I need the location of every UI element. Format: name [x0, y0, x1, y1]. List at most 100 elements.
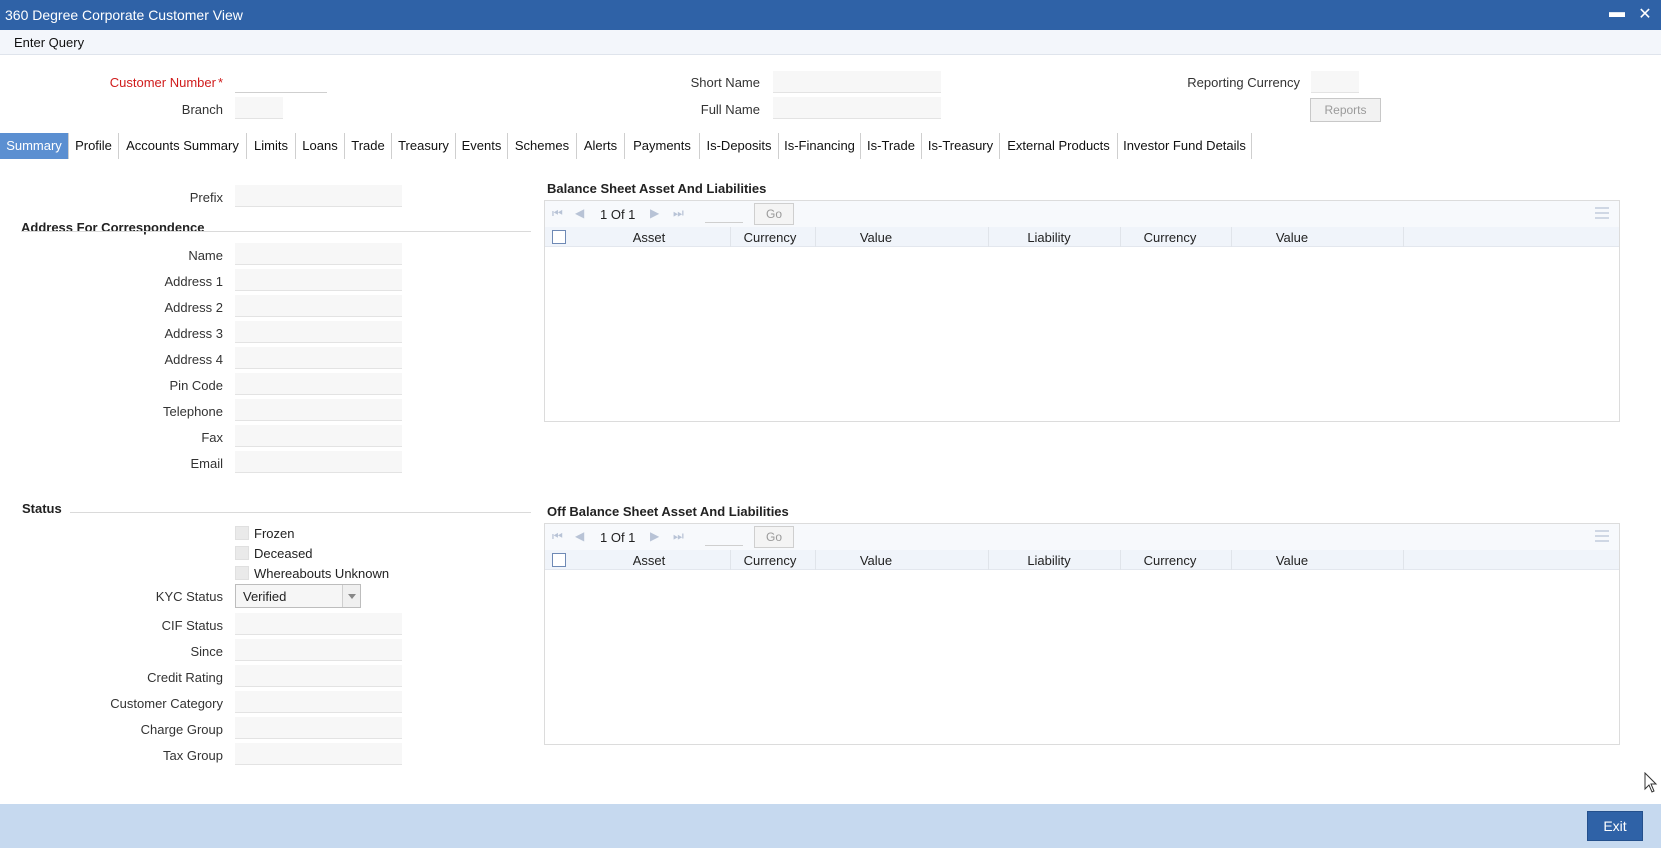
- credit-rating-input[interactable]: [235, 665, 402, 687]
- fax-input[interactable]: [235, 425, 402, 447]
- tab-profile[interactable]: Profile: [69, 133, 119, 159]
- full-name-input[interactable]: [773, 97, 941, 119]
- tab-payments[interactable]: Payments: [625, 133, 700, 159]
- whereabouts-unknown-label: Whereabouts Unknown: [254, 566, 390, 581]
- window-title-bar: 360 Degree Corporate Customer View ▬ ✕: [0, 0, 1661, 30]
- pin-code-label: Pin Code: [169, 378, 223, 393]
- prefix-input[interactable]: [235, 185, 402, 207]
- telephone-input[interactable]: [235, 399, 402, 421]
- frozen-label: Frozen: [254, 526, 295, 541]
- tab-events[interactable]: Events: [456, 133, 508, 159]
- customer-number-input[interactable]: [235, 71, 327, 93]
- last-page-icon[interactable]: ⏭: [673, 206, 684, 221]
- reporting-currency-label: Reporting Currency: [1187, 75, 1300, 90]
- email-label: Email: [190, 456, 223, 471]
- short-name-input[interactable]: [773, 71, 941, 93]
- tab-is-deposits[interactable]: Is-Deposits: [700, 133, 779, 159]
- balance-sheet-select-all-checkbox[interactable]: [552, 230, 566, 244]
- off-balance-sheet-go-button[interactable]: Go: [754, 526, 794, 548]
- footer-bar: Exit: [0, 804, 1661, 848]
- deceased-checkbox[interactable]: [235, 546, 249, 560]
- tax-group-label: Tax Group: [163, 748, 223, 763]
- off-balance-sheet-page-input[interactable]: [705, 528, 743, 546]
- address-1-input[interactable]: [235, 269, 402, 291]
- balance-sheet-page-input[interactable]: [705, 205, 743, 223]
- balance-sheet-go-button[interactable]: Go: [754, 203, 794, 225]
- name-input[interactable]: [235, 243, 402, 265]
- address-section-title: Address For Correspondence: [21, 220, 205, 235]
- tab-external-products[interactable]: External Products: [1000, 133, 1118, 159]
- column-list-icon[interactable]: [1595, 530, 1609, 542]
- first-page-icon[interactable]: ⏮: [552, 206, 563, 221]
- tab-is-trade[interactable]: Is-Trade: [861, 133, 922, 159]
- balance-sheet-toolbar: ⏮ ◀ 1 Of 1 ▶ ⏭ Go: [545, 201, 1619, 227]
- first-page-icon[interactable]: ⏮: [552, 529, 563, 544]
- off-balance-sheet-grid: ⏮ ◀ 1 Of 1 ▶ ⏭ Go Asset Currency Value L…: [544, 523, 1620, 745]
- status-section-divider: [70, 512, 531, 513]
- address-2-input[interactable]: [235, 295, 402, 317]
- next-page-icon[interactable]: ▶: [650, 206, 659, 220]
- balance-sheet-grid: ⏮ ◀ 1 Of 1 ▶ ⏭ Go Asset Currency Value L…: [544, 200, 1620, 422]
- col-value-2: Value: [1275, 553, 1309, 568]
- enter-query-menu[interactable]: Enter Query: [14, 35, 84, 50]
- kyc-status-select[interactable]: Verified: [235, 584, 361, 608]
- off-balance-sheet-title: Off Balance Sheet Asset And Liabilities: [547, 504, 789, 519]
- tab-alerts[interactable]: Alerts: [577, 133, 625, 159]
- tab-summary[interactable]: Summary: [0, 133, 69, 159]
- reporting-currency-input[interactable]: [1311, 71, 1359, 93]
- col-value: Value: [859, 230, 893, 245]
- col-liability: Liability: [1027, 230, 1071, 245]
- frozen-checkbox[interactable]: [235, 526, 249, 540]
- since-input[interactable]: [235, 639, 402, 661]
- next-page-icon[interactable]: ▶: [650, 529, 659, 543]
- customer-category-input[interactable]: [235, 691, 402, 713]
- address-4-label: Address 4: [164, 352, 223, 367]
- whereabouts-unknown-checkbox[interactable]: [235, 566, 249, 580]
- email-input[interactable]: [235, 451, 402, 473]
- tab-trade[interactable]: Trade: [345, 133, 392, 159]
- chevron-down-icon[interactable]: [342, 585, 360, 607]
- tax-group-input[interactable]: [235, 743, 402, 765]
- cif-status-label: CIF Status: [161, 618, 223, 633]
- tab-treasury[interactable]: Treasury: [392, 133, 456, 159]
- address-4-input[interactable]: [235, 347, 402, 369]
- name-label: Name: [188, 248, 223, 263]
- col-asset: Asset: [632, 553, 666, 568]
- close-icon[interactable]: ✕: [1635, 4, 1655, 24]
- tab-accounts-summary[interactable]: Accounts Summary: [119, 133, 247, 159]
- address-3-label: Address 3: [164, 326, 223, 341]
- column-divider: [1403, 550, 1404, 570]
- address-3-input[interactable]: [235, 321, 402, 343]
- branch-input[interactable]: [235, 97, 283, 119]
- reports-button[interactable]: Reports: [1310, 98, 1381, 122]
- branch-label: Branch: [181, 102, 223, 117]
- balance-sheet-pager: 1 Of 1: [600, 207, 636, 222]
- mouse-cursor-icon: [1644, 772, 1658, 793]
- minimize-icon[interactable]: ▬: [1607, 4, 1627, 22]
- window-title: 360 Degree Corporate Customer View: [5, 7, 243, 23]
- tab-is-financing[interactable]: Is-Financing: [779, 133, 861, 159]
- tab-loans[interactable]: Loans: [296, 133, 345, 159]
- tab-investor-fund-details[interactable]: Investor Fund Details: [1118, 133, 1252, 159]
- cif-status-input[interactable]: [235, 613, 402, 635]
- address-section-divider: [21, 231, 531, 232]
- col-asset: Asset: [632, 230, 666, 245]
- tab-bar: Summary Profile Accounts Summary Limits …: [0, 133, 1661, 159]
- off-balance-sheet-select-all-checkbox[interactable]: [552, 553, 566, 567]
- prev-page-icon[interactable]: ◀: [575, 529, 584, 543]
- status-section-title: Status: [22, 501, 62, 516]
- col-liability: Liability: [1027, 553, 1071, 568]
- balance-sheet-header: Asset Currency Value Liability Currency …: [545, 227, 1619, 247]
- required-star-icon: *: [217, 75, 223, 90]
- tab-is-treasury[interactable]: Is-Treasury: [922, 133, 1000, 159]
- exit-button[interactable]: Exit: [1587, 811, 1643, 841]
- column-list-icon[interactable]: [1595, 207, 1609, 219]
- pin-code-input[interactable]: [235, 373, 402, 395]
- tab-schemes[interactable]: Schemes: [508, 133, 577, 159]
- kyc-status-label: KYC Status: [155, 589, 223, 604]
- charge-group-input[interactable]: [235, 717, 402, 739]
- last-page-icon[interactable]: ⏭: [673, 529, 684, 544]
- tab-limits[interactable]: Limits: [247, 133, 296, 159]
- prev-page-icon[interactable]: ◀: [575, 206, 584, 220]
- col-currency-2: Currency: [1143, 230, 1197, 245]
